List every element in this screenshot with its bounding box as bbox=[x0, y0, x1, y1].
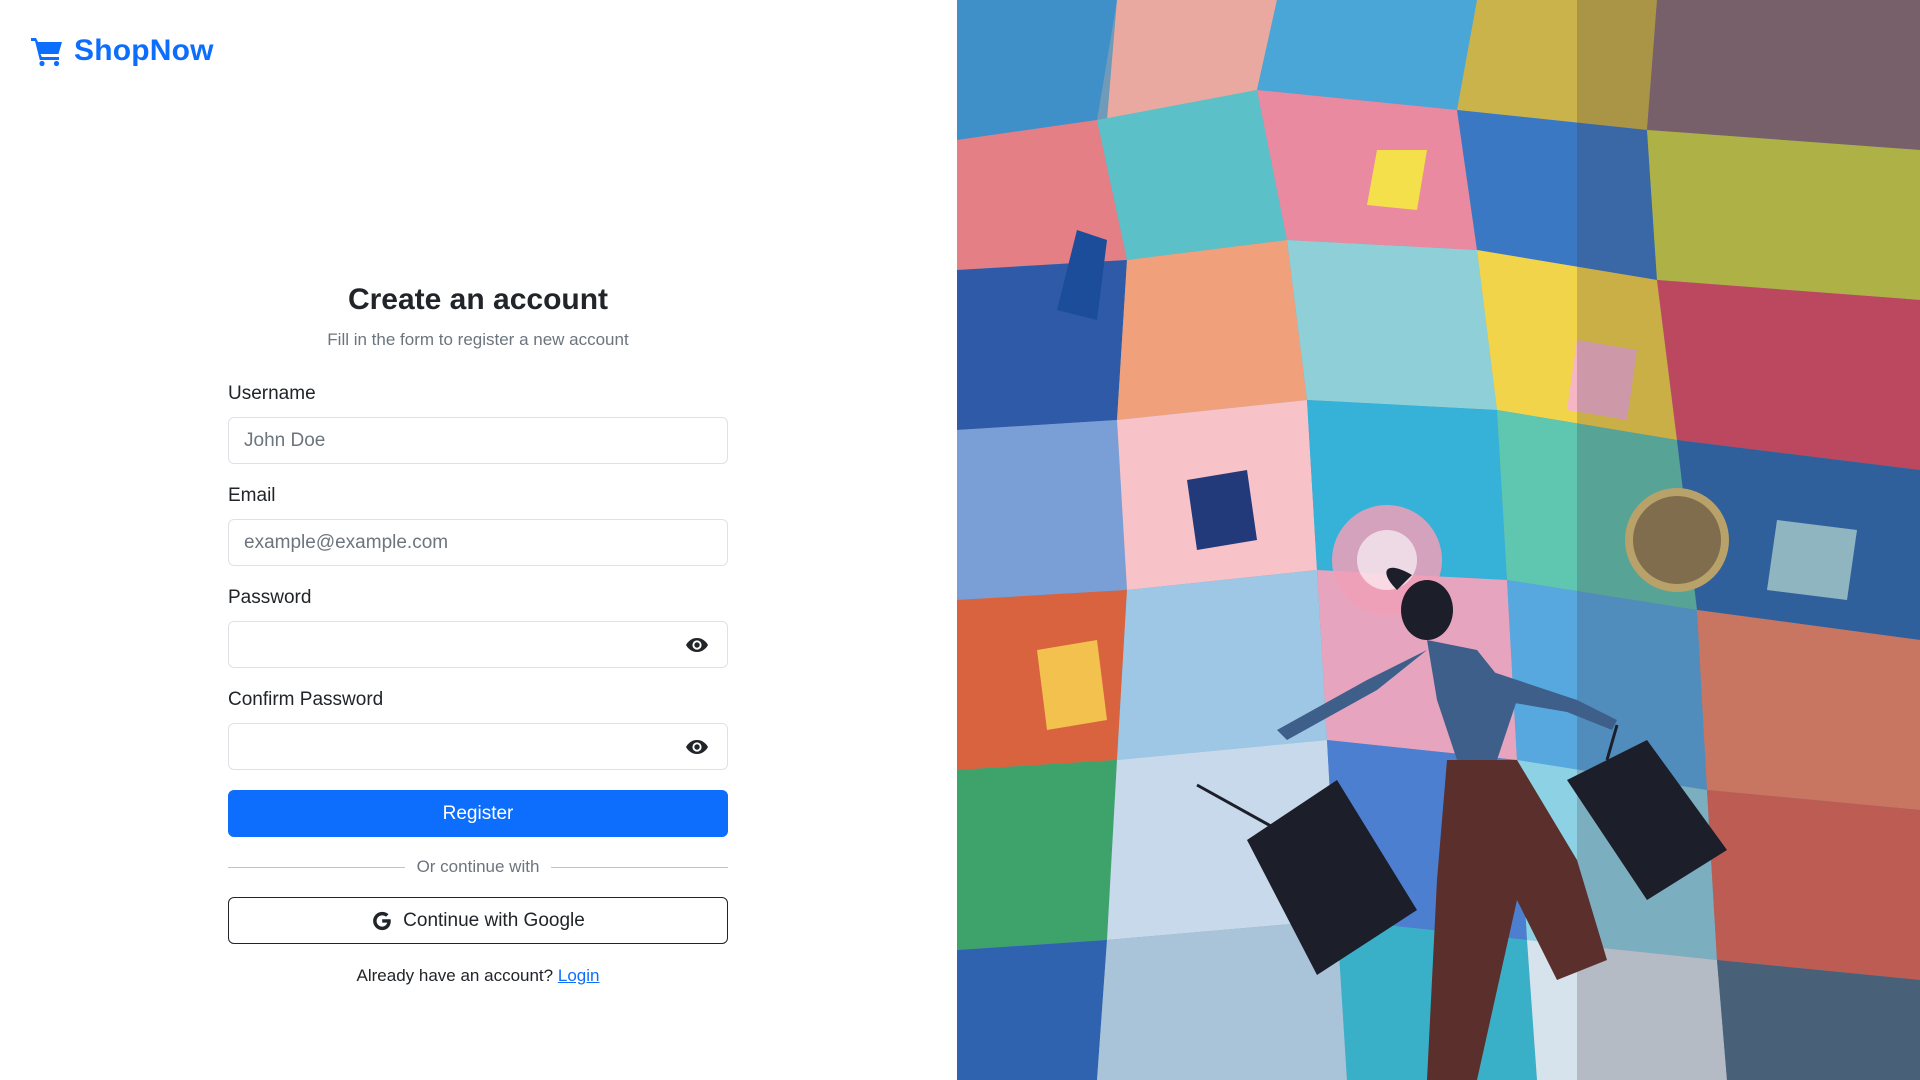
username-input[interactable] bbox=[229, 418, 727, 463]
confirm-password-label: Confirm Password bbox=[228, 689, 384, 710]
email-box bbox=[228, 519, 728, 566]
form-panel: ShopNow Create an account Fill in the fo… bbox=[0, 0, 957, 1080]
divider-line-left bbox=[228, 866, 405, 868]
google-button[interactable]: Continue with Google bbox=[228, 897, 728, 944]
register-button[interactable]: Register bbox=[228, 790, 728, 837]
hero-image bbox=[957, 0, 1920, 1080]
register-page: ShopNow Create an account Fill in the fo… bbox=[0, 0, 1920, 1080]
password-group: Password bbox=[228, 586, 728, 668]
email-group: Email bbox=[228, 484, 728, 566]
divider-text: Or continue with bbox=[416, 857, 540, 876]
google-g-icon bbox=[371, 910, 393, 932]
password-input[interactable] bbox=[229, 622, 727, 667]
password-label: Password bbox=[228, 587, 312, 608]
or-divider: Or continue with bbox=[228, 855, 728, 879]
username-group: Username bbox=[228, 382, 728, 464]
eye-icon[interactable] bbox=[685, 736, 709, 758]
confirm-password-input[interactable] bbox=[229, 724, 727, 769]
shopping-cart-icon bbox=[30, 35, 64, 67]
google-button-label: Continue with Google bbox=[403, 909, 585, 931]
login-prompt: Already have an account? bbox=[356, 966, 554, 985]
confirm-password-group: Confirm Password bbox=[228, 688, 728, 770]
email-label: Email bbox=[228, 485, 276, 506]
mural-photo bbox=[957, 0, 1920, 1080]
divider-line-right bbox=[551, 866, 728, 868]
username-label: Username bbox=[228, 383, 316, 404]
page-subtitle: Fill in the form to register a new accou… bbox=[327, 330, 629, 349]
username-box bbox=[228, 417, 728, 464]
page-title: Create an account bbox=[347, 283, 609, 316]
register-form: Create an account Fill in the form to re… bbox=[228, 278, 728, 986]
eye-icon[interactable] bbox=[685, 634, 709, 656]
brand-name: ShopNow bbox=[74, 34, 214, 67]
confirm-password-box bbox=[228, 723, 728, 770]
password-box bbox=[228, 621, 728, 668]
login-prompt-line: Already have an account? Login bbox=[228, 966, 728, 986]
brand-logo-link[interactable]: ShopNow bbox=[30, 34, 214, 68]
login-link[interactable]: Login bbox=[558, 966, 600, 985]
email-input[interactable] bbox=[229, 520, 727, 565]
